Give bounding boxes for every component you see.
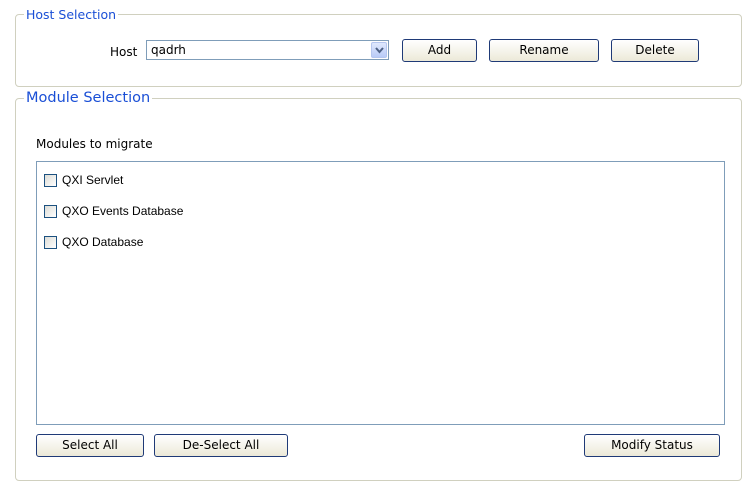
checkbox-qxo-database[interactable] [44,235,57,249]
module-item-qxo-database[interactable]: QXO Database [44,234,143,250]
host-select[interactable]: qadrh [146,40,389,60]
deselect-all-button[interactable]: De-Select All [154,434,288,457]
modules-to-migrate-label: Modules to migrate [36,137,153,151]
chevron-down-icon[interactable] [371,42,387,58]
rename-button[interactable]: Rename [489,39,599,62]
host-selection-legend: Host Selection [26,7,117,22]
module-item-label: QXI Servlet [62,173,124,187]
module-item-qxo-events-database[interactable]: QXO Events Database [44,203,183,219]
modules-listbox[interactable]: QXI Servlet QXO Events Database QXO Data… [36,161,725,425]
module-item-label: QXO Database [62,235,144,249]
add-button[interactable]: Add [402,39,477,62]
module-item-label: QXO Events Database [62,204,184,218]
delete-button[interactable]: Delete [611,39,699,62]
modify-status-button[interactable]: Modify Status [584,434,720,457]
module-selection-legend: Module Selection [26,90,151,106]
select-all-button[interactable]: Select All [36,434,144,457]
module-item-qxi-servlet[interactable]: QXI Servlet [44,172,123,188]
migration-panel: Host Selection Host qadrh Add Rename Del… [0,0,745,492]
checkbox-qxo-events-database[interactable] [44,204,57,218]
host-select-value: qadrh [151,43,186,57]
checkbox-qxi-servlet[interactable] [44,173,57,187]
host-label: Host [110,45,138,59]
